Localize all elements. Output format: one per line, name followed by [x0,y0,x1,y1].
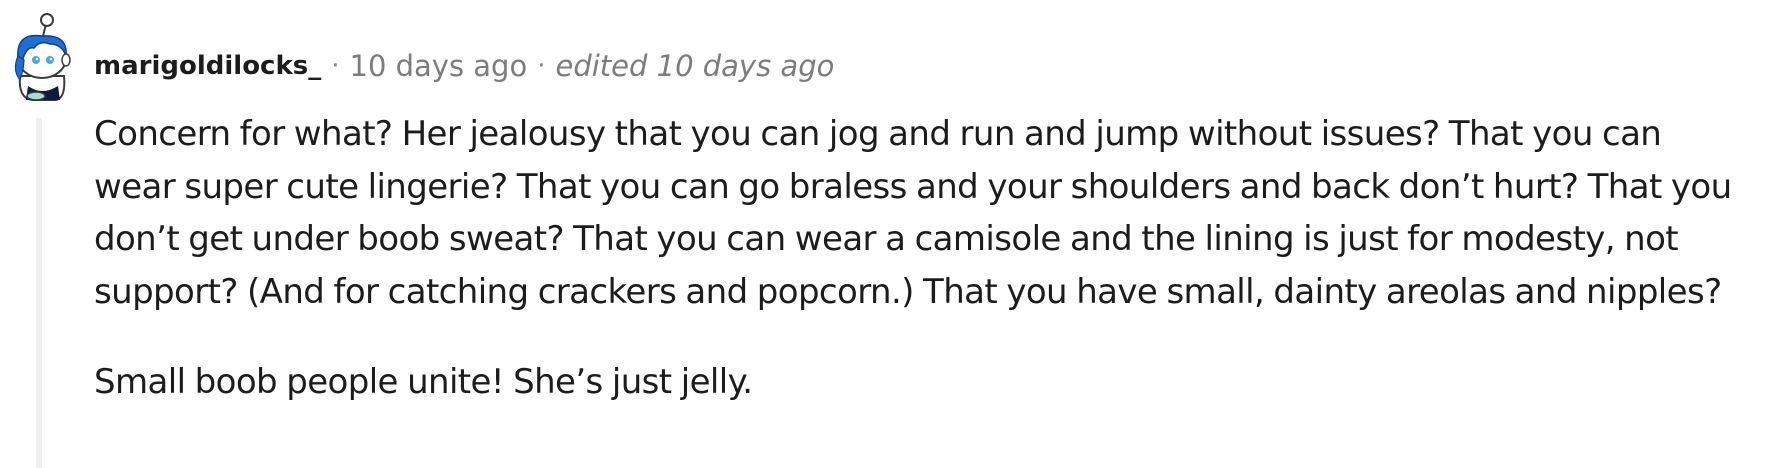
comment: marigoldilocks_ · 10 days ago · edited 1… [0,0,1780,468]
meta-separator: · [331,51,340,81]
meta-separator: · [537,51,546,81]
thread-collapse-line[interactable] [36,118,42,468]
comment-header: marigoldilocks_ · 10 days ago · edited 1… [94,44,834,88]
author-username[interactable]: marigoldilocks_ [94,51,321,81]
comment-paragraph: Concern for what? Her jealousy that you … [94,114,1732,312]
comment-body: Concern for what? Her jealousy that you … [94,108,1744,409]
comment-timestamp[interactable]: 10 days ago [350,49,528,83]
edited-timestamp: edited 10 days ago [555,49,835,83]
snoo-avatar-icon[interactable] [6,10,78,102]
comment-paragraph: Small boob people unite! She’s just jell… [94,362,753,402]
